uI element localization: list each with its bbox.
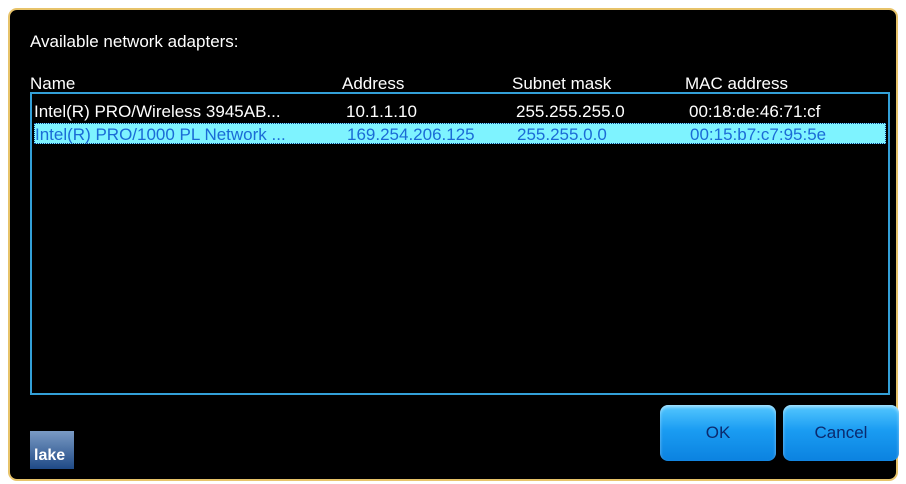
adapter-row-selected[interactable]: Intel(R) PRO/1000 PL Network ... 169.254… (34, 123, 886, 144)
adapter-address: 169.254.206.125 (347, 125, 475, 144)
adapter-address: 10.1.1.10 (346, 102, 417, 121)
adapter-list[interactable]: Intel(R) PRO/Wireless 3945AB... 10.1.1.1… (30, 92, 890, 395)
column-header-subnet-mask[interactable]: Subnet mask (512, 74, 680, 94)
adapter-row[interactable]: Intel(R) PRO/Wireless 3945AB... 10.1.1.1… (34, 101, 886, 122)
cancel-button[interactable]: Cancel (783, 405, 899, 461)
adapter-mac: 00:18:de:46:71:cf (689, 102, 821, 121)
adapter-name: Intel(R) PRO/Wireless 3945AB... (34, 102, 281, 121)
adapter-name: Intel(R) PRO/1000 PL Network ... (35, 125, 286, 144)
network-adapter-dialog: Available network adapters: Name Address… (8, 8, 899, 481)
adapter-mac: 00:15:b7:c7:95:5e (690, 125, 827, 144)
ok-button[interactable]: OK (660, 405, 776, 461)
adapter-subnet: 255.255.0.0 (517, 125, 607, 144)
adapter-subnet: 255.255.255.0 (516, 102, 625, 121)
column-header-mac-address[interactable]: MAC address (685, 74, 875, 94)
column-header-name[interactable]: Name (30, 74, 335, 94)
dialog-title: Available network adapters: (30, 32, 239, 51)
column-header-address[interactable]: Address (342, 74, 510, 94)
lake-logo: lake (30, 431, 74, 469)
logo-text: lake (34, 447, 66, 464)
